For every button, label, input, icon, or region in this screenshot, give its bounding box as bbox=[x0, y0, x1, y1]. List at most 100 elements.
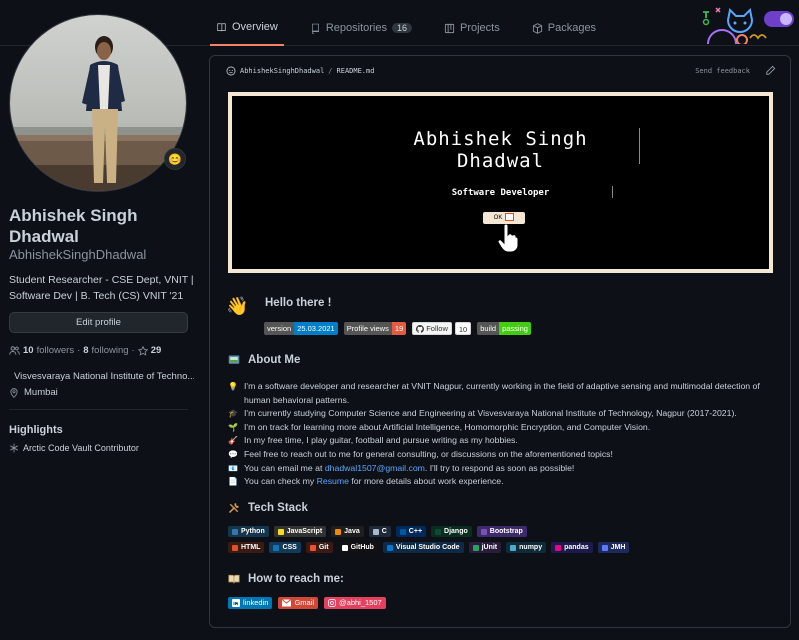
email-prefix: You can email me at bbox=[244, 462, 323, 473]
profile-name: Abhishek Singh Dhadwal bbox=[9, 206, 138, 246]
tech-badge-pandas[interactable]: pandas bbox=[551, 542, 593, 553]
pencil-icon[interactable] bbox=[765, 65, 776, 76]
tech-badge-java[interactable]: Java bbox=[331, 526, 364, 537]
tech-logo-icon bbox=[472, 544, 479, 551]
tech-badge-github[interactable]: GitHub bbox=[337, 542, 378, 553]
highlight-arctic-vault[interactable]: Arctic Code Vault Contributor bbox=[9, 443, 139, 453]
organization-text: Visvesvaraya National Institute of Techn… bbox=[14, 371, 194, 382]
tab-projects[interactable]: Projects bbox=[438, 18, 506, 46]
linkedin-link[interactable]: linkedin bbox=[228, 597, 273, 609]
email-link[interactable]: dhadwal1507@gmail.com bbox=[325, 463, 425, 473]
tab-label: Repositories bbox=[325, 22, 387, 34]
version-badge[interactable]: version 25.03.2021 bbox=[264, 322, 338, 335]
tech-badge-css[interactable]: CSS bbox=[269, 542, 301, 553]
dot-separator: · bbox=[77, 345, 81, 356]
gmail-icon bbox=[282, 599, 292, 607]
highlights-heading: Highlights bbox=[9, 424, 63, 436]
highlight-label: Arctic Code Vault Contributor bbox=[23, 443, 139, 453]
tech-badge-numpy[interactable]: numpy bbox=[506, 542, 547, 553]
profile-tabs: Overview Repositories 16 Projects Packag… bbox=[210, 18, 602, 46]
following-count[interactable]: 8 bbox=[83, 345, 88, 356]
edit-profile-button[interactable]: Edit profile bbox=[9, 312, 188, 333]
github-follow-badge[interactable]: Follow 10 bbox=[412, 322, 472, 335]
avatar[interactable] bbox=[9, 14, 187, 192]
tech-badge-c[interactable]: C bbox=[368, 526, 391, 537]
tech-badge-label: C++ bbox=[408, 528, 423, 535]
tech-badge-html[interactable]: HTML bbox=[228, 542, 265, 553]
tab-packages[interactable]: Packages bbox=[526, 18, 602, 46]
follow-stats: 10 followers · 8 following · 29 bbox=[9, 345, 161, 356]
email-suffix: . I'll try to respond as soon as possibl… bbox=[424, 462, 575, 473]
avatar-photo bbox=[10, 15, 186, 191]
tech-badge-git[interactable]: Git bbox=[305, 542, 333, 553]
list-item-text: I'm currently studying Computer Science … bbox=[244, 408, 737, 419]
pointer-hand-icon bbox=[497, 224, 519, 252]
smiley-icon bbox=[226, 66, 236, 76]
following-label[interactable]: following bbox=[92, 345, 129, 356]
follow-count: 10 bbox=[454, 322, 472, 335]
readme-path-user[interactable]: AbhishekSinghDhadwal bbox=[240, 67, 324, 75]
readme-path-separator: / bbox=[328, 67, 333, 75]
tech-logo-icon bbox=[277, 528, 284, 535]
tech-logo-icon bbox=[601, 544, 608, 551]
tech-stack-heading-text: Tech Stack bbox=[248, 502, 308, 514]
github-icon bbox=[416, 324, 425, 333]
theme-toggle[interactable] bbox=[764, 11, 794, 27]
banner-ok-button[interactable]: OK bbox=[483, 212, 525, 224]
list-item: 💬 Feel free to reach out to me for genera… bbox=[228, 448, 776, 462]
tab-repositories[interactable]: Repositories 16 bbox=[304, 18, 418, 46]
followers-label[interactable]: followers bbox=[37, 345, 75, 356]
banner-title: Abhishek Singh Dhadwal bbox=[232, 128, 769, 172]
status-emoji-button[interactable]: 😊 bbox=[164, 148, 186, 170]
tech-badges-row-2: HTML CSS Git GitHub Visual Studio Code jUnit n… bbox=[228, 542, 630, 553]
tech-badge-label: CSS bbox=[282, 544, 297, 551]
profile-views-badge[interactable]: Profile views 19 bbox=[343, 322, 407, 335]
tech-badge-label: numpy bbox=[519, 544, 543, 551]
tech-badge-c-[interactable]: C++ bbox=[395, 526, 427, 537]
list-item: 🌱 I'm on track for learning more about Ar… bbox=[228, 421, 776, 435]
about-list: 💡 I'm a software developer and researcher… bbox=[228, 380, 776, 489]
octocat-mascot-icon bbox=[702, 7, 767, 44]
gmail-link[interactable]: Gmail bbox=[278, 597, 319, 609]
tech-badge-jmh[interactable]: JMH bbox=[597, 542, 630, 553]
badge-left: build bbox=[477, 322, 500, 335]
tab-label: Overview bbox=[232, 21, 278, 33]
bulb-icon: 💡 bbox=[228, 382, 238, 391]
follow-label: Follow bbox=[426, 324, 448, 333]
tab-label: Projects bbox=[460, 22, 500, 34]
package-icon bbox=[532, 22, 542, 34]
speech-bubble-icon: 💬 bbox=[228, 449, 238, 459]
readme-path: AbhishekSinghDhadwal / README.md bbox=[226, 66, 374, 76]
tech-badge-junit[interactable]: jUnit bbox=[468, 542, 502, 553]
followers-count[interactable]: 10 bbox=[23, 345, 34, 356]
tab-overview[interactable]: Overview bbox=[210, 18, 284, 46]
tech-badge-bootstrap[interactable]: Bootstrap bbox=[476, 526, 527, 537]
badge-right: 19 bbox=[391, 322, 407, 335]
tech-badge-label: Python bbox=[241, 528, 265, 535]
stars-count[interactable]: 29 bbox=[151, 345, 162, 356]
tech-badge-django[interactable]: Django bbox=[431, 526, 472, 537]
instagram-label: @abhi_1507 bbox=[339, 598, 382, 607]
tech-badge-javascript[interactable]: JavaScript bbox=[273, 526, 327, 537]
contact-links: linkedin Gmail @abhi_1507 bbox=[228, 597, 386, 609]
resume-link[interactable]: Resume bbox=[317, 476, 349, 486]
tech-badge-label: pandas bbox=[564, 544, 589, 551]
sidebar-divider bbox=[9, 409, 188, 410]
readme-path-file[interactable]: README.md bbox=[337, 67, 375, 75]
list-item-text: Feel free to reach out to me for general… bbox=[244, 448, 613, 459]
badge-right: passing bbox=[499, 322, 531, 335]
tech-logo-icon bbox=[232, 528, 238, 535]
build-badge[interactable]: build passing bbox=[477, 322, 531, 335]
book-icon bbox=[217, 22, 226, 32]
typing-cursor bbox=[639, 128, 640, 164]
instagram-link[interactable]: @abhi_1507 bbox=[324, 597, 386, 609]
tech-badge-label: Django bbox=[444, 528, 468, 535]
hello-heading: Hello there ! bbox=[265, 297, 332, 309]
repo-icon bbox=[311, 23, 319, 34]
tech-badge-label: HTML bbox=[241, 544, 261, 551]
tech-badge-visual-studio-code[interactable]: Visual Studio Code bbox=[382, 542, 464, 553]
tech-badge-python[interactable]: Python bbox=[228, 526, 269, 537]
send-feedback-link[interactable]: Send feedback bbox=[695, 67, 750, 75]
people-icon bbox=[9, 346, 20, 355]
follow-button[interactable]: Follow bbox=[412, 322, 452, 335]
